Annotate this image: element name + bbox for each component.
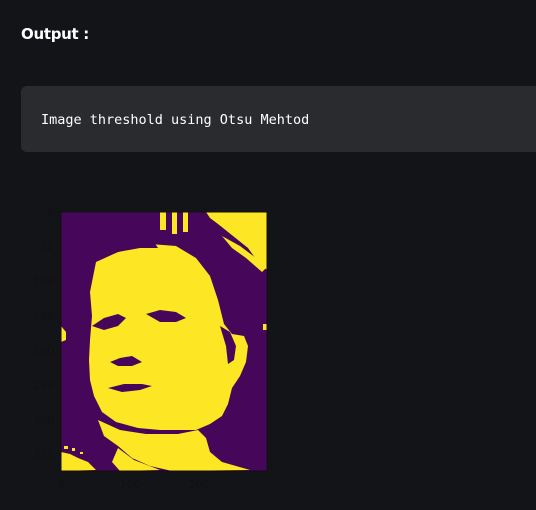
y-tick-labels: 0 50 100 150 200 250 300 350: [33, 206, 54, 461]
y-ticks: [57, 211, 61, 454]
y-tick-label: 100: [33, 275, 54, 288]
image-strip: [172, 212, 177, 234]
noise-speck: [72, 448, 75, 451]
y-tick-label: 250: [33, 379, 54, 392]
y-tick-label: 350: [33, 448, 54, 461]
x-ticks: [60, 471, 200, 475]
x-tick-label: 100: [120, 478, 141, 491]
y-tick-label: 200: [33, 344, 54, 357]
image-strip: [160, 212, 166, 230]
y-tick-label: 300: [33, 413, 54, 426]
image-strip: [183, 212, 188, 232]
noise-speck: [80, 452, 83, 454]
ear-region: [263, 324, 267, 330]
threshold-plot: 0 50 100 150 200 250 300 350 0 100 200: [33, 206, 268, 491]
noise-speck: [64, 446, 68, 449]
y-tick-label: 0: [47, 206, 54, 219]
x-tick-labels: 0 100 200: [58, 478, 210, 491]
y-tick-label: 150: [33, 310, 54, 323]
x-tick-label: 0: [58, 478, 65, 491]
x-tick-label: 200: [189, 478, 210, 491]
y-tick-label: 50: [40, 241, 54, 254]
